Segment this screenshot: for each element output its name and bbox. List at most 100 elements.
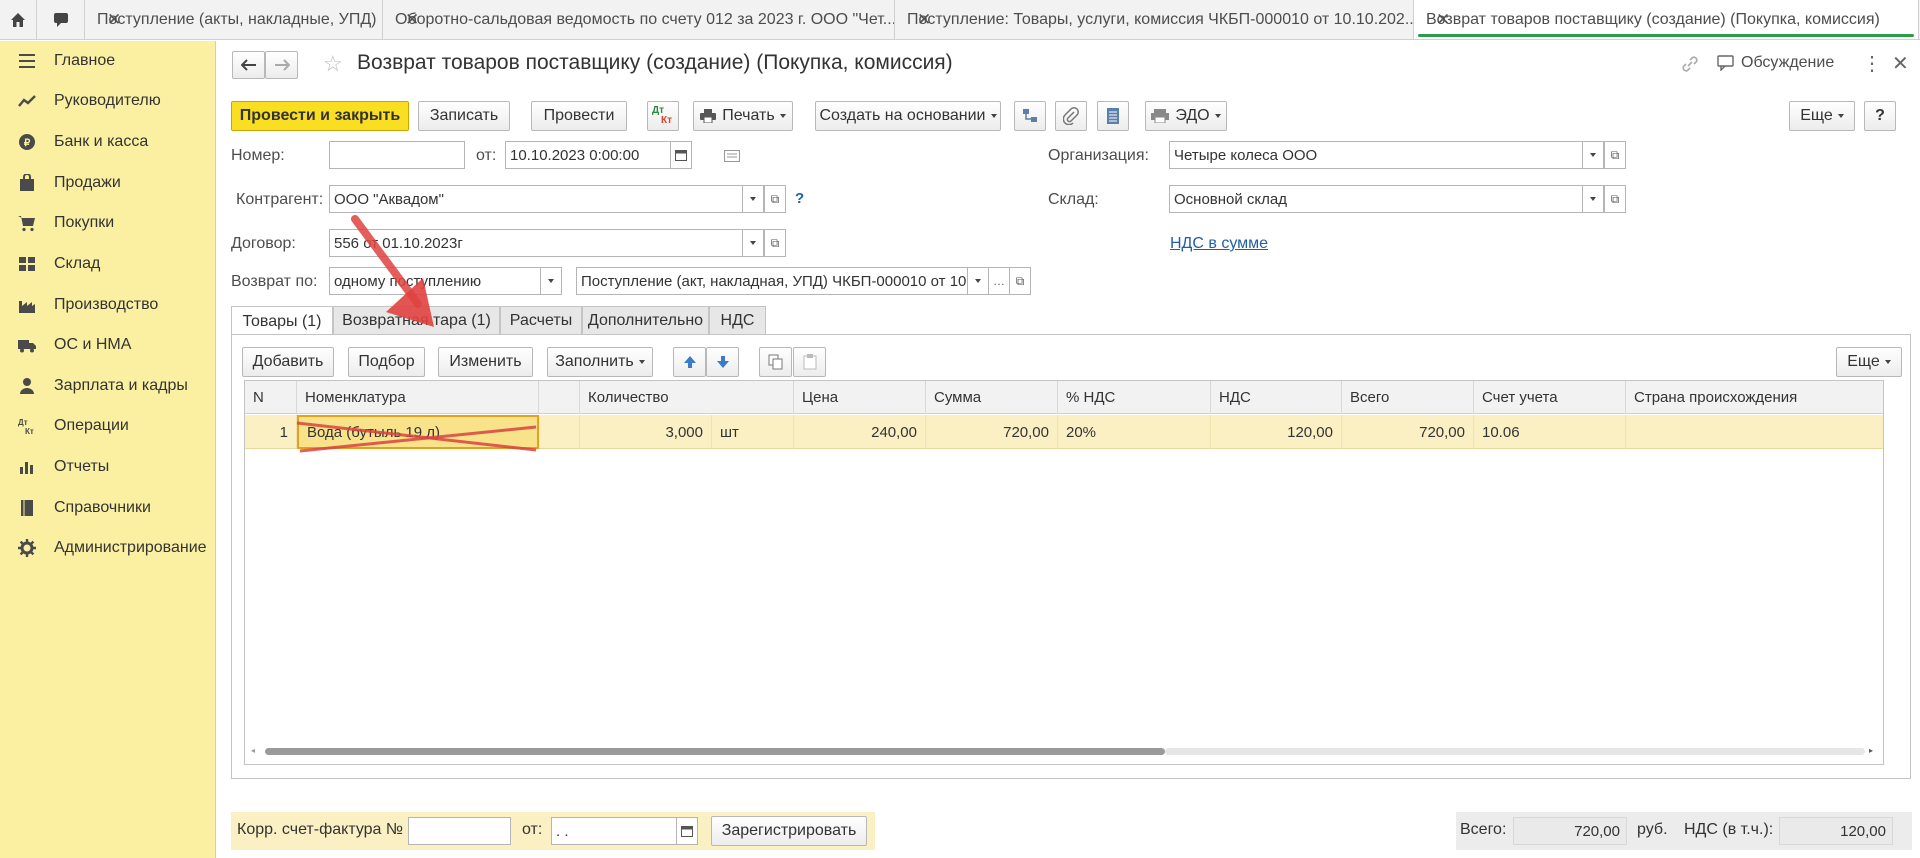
tab-return-goods[interactable]: Возврат товаров поставщику (создание) (П… [1414,0,1919,39]
tab-settlements[interactable]: Расчеты [500,306,582,335]
favorite-star-icon[interactable]: ☆ [323,53,343,75]
tab-goods[interactable]: Товары (1) [231,306,333,336]
cell-country[interactable] [1626,415,1883,449]
return-document-dropdown-button[interactable] [967,267,989,295]
corr-invoice-calendar-button[interactable] [676,817,698,845]
tab-returnable-container[interactable]: Возвратная тара (1) [333,306,500,335]
tab-additional[interactable]: Дополнительно [582,306,709,335]
tab-vat[interactable]: НДС [709,306,766,335]
sidebar-item-manager[interactable]: Руководителю [0,81,216,121]
sidebar-item-directories[interactable]: Справочники [0,488,216,528]
col-total[interactable]: Всего [1342,381,1474,414]
contract-open-button[interactable]: ⧉ [764,229,786,257]
scroll-left-icon[interactable]: ◂ [251,746,255,755]
col-vat[interactable]: НДС [1211,381,1342,414]
cell-vat-rate[interactable]: 20% [1058,415,1211,449]
sidebar-item-bank-cash[interactable]: ₽ Банк и касса [0,122,216,162]
contract-input[interactable]: 556 от 01.10.2023г [329,229,743,257]
back-button[interactable] [232,51,265,79]
tab-turnover-sheet[interactable]: Оборотно-сальдовая ведомость по счету 01… [383,0,895,39]
col-vat-rate[interactable]: % НДС [1058,381,1211,414]
col-nomenclature[interactable]: Номенклатура [297,381,539,414]
attach-button[interactable] [1055,101,1087,131]
calendar-button[interactable] [670,141,692,169]
tab-purchase-list[interactable]: Поступление (акты, накладные, УПД) ✕ [85,0,383,39]
cell-account[interactable]: 10.06 [1474,415,1626,449]
table-row[interactable]: 1 Вода (бутыль 19 л) 3,000 шт 240,00 720… [245,415,1883,449]
return-mode-select[interactable]: одному поступлению [329,267,541,295]
contractor-input[interactable]: ООО "Аквадом" [329,185,743,213]
col-country[interactable]: Страна происхождения [1626,381,1883,414]
cell-total[interactable]: 720,00 [1342,415,1474,449]
help-button[interactable]: ? [1864,101,1896,131]
sidebar-item-production[interactable]: Производство [0,285,216,325]
print-button[interactable]: Печать [693,101,793,131]
contractor-dropdown-button[interactable] [742,185,764,213]
return-document-open-button[interactable]: ⧉ [1009,267,1031,295]
sidebar-item-operations[interactable]: Дт Кт Операции [0,406,216,446]
organization-input[interactable]: Четыре колеса ООО [1169,141,1583,169]
return-document-input[interactable]: Поступление (акт, накладная, УПД) ЧКБП-0… [576,267,968,295]
number-input[interactable] [329,141,465,169]
forward-button[interactable] [265,51,298,79]
table-more-button[interactable]: Еще [1836,347,1902,377]
col-price[interactable]: Цена [794,381,926,414]
journal-button[interactable] [1097,101,1129,131]
move-up-button[interactable] [673,347,706,377]
return-document-select-button[interactable]: … [988,267,1010,295]
date-input[interactable]: 10.10.2023 0:00:00 [505,141,671,169]
horizontal-scrollbar[interactable]: ◂ ▸ [251,744,1877,758]
sidebar-item-reports[interactable]: Отчеты [0,447,216,487]
pick-button[interactable]: Подбор [348,347,425,377]
contract-dropdown-button[interactable] [742,229,764,257]
corr-invoice-number-input[interactable] [408,817,511,845]
scroll-right-icon[interactable]: ▸ [1869,746,1873,755]
warehouse-dropdown-button[interactable] [1582,185,1604,213]
register-button[interactable]: Зарегистрировать [711,816,867,846]
cell-unit[interactable]: шт [712,415,794,449]
save-button[interactable]: Записать [418,101,510,131]
col-n[interactable]: N [245,381,297,414]
close-form-icon[interactable]: ✕ [1892,51,1909,76]
contractor-open-button[interactable]: ⧉ [764,185,786,213]
tab-purchase-document[interactable]: Поступление: Товары, услуги, комиссия ЧК… [895,0,1414,39]
sidebar-item-main[interactable]: Главное [0,41,216,81]
more-vertical-icon[interactable]: ⋮ [1862,51,1882,76]
sidebar-item-salary-hr[interactable]: Зарплата и кадры [0,366,216,406]
cell-quantity[interactable]: 3,000 [580,415,712,449]
contractor-help-icon[interactable]: ? [795,190,804,207]
history-icon[interactable] [724,149,740,167]
sidebar-item-warehouse[interactable]: Склад [0,244,216,284]
discussion-button[interactable]: Обсуждение [1717,54,1834,72]
warehouse-input[interactable]: Основной склад [1169,185,1583,213]
structure-button[interactable] [1014,101,1046,131]
home-icon[interactable] [0,0,37,39]
link-icon[interactable] [1680,54,1700,79]
col-account[interactable]: Счет учета [1474,381,1626,414]
fill-button[interactable]: Заполнить [547,347,653,377]
more-actions-button[interactable]: Еще [1789,101,1855,131]
col-sum[interactable]: Сумма [926,381,1058,414]
sidebar-item-sales[interactable]: Продажи [0,163,216,203]
move-down-button[interactable] [706,347,739,377]
chat-icon[interactable] [37,0,85,39]
scrollbar-thumb[interactable] [265,748,1165,755]
vat-in-sum-link[interactable]: НДС в сумме [1170,235,1268,253]
sidebar-item-purchases[interactable]: Покупки [0,203,216,243]
cell-sum[interactable]: 720,00 [926,415,1058,449]
sidebar-item-fixed-assets[interactable]: ОС и НМА [0,325,216,365]
copy-rows-button[interactable] [759,347,792,377]
return-mode-dropdown-button[interactable] [540,267,562,295]
add-row-button[interactable]: Добавить [242,347,334,377]
organization-open-button[interactable]: ⧉ [1604,141,1626,169]
edit-row-button[interactable]: Изменить [438,347,533,377]
edo-button[interactable]: ЭДО [1145,101,1227,131]
cell-price[interactable]: 240,00 [794,415,926,449]
warehouse-open-button[interactable]: ⧉ [1604,185,1626,213]
dt-kt-button[interactable]: Дт Кт [647,101,679,131]
create-based-on-button[interactable]: Создать на основании [815,101,1001,131]
sidebar-item-administration[interactable]: Администрирование [0,528,216,568]
cell-vat[interactable]: 120,00 [1211,415,1342,449]
paste-rows-button[interactable] [793,347,826,377]
post-button[interactable]: Провести [531,101,627,131]
